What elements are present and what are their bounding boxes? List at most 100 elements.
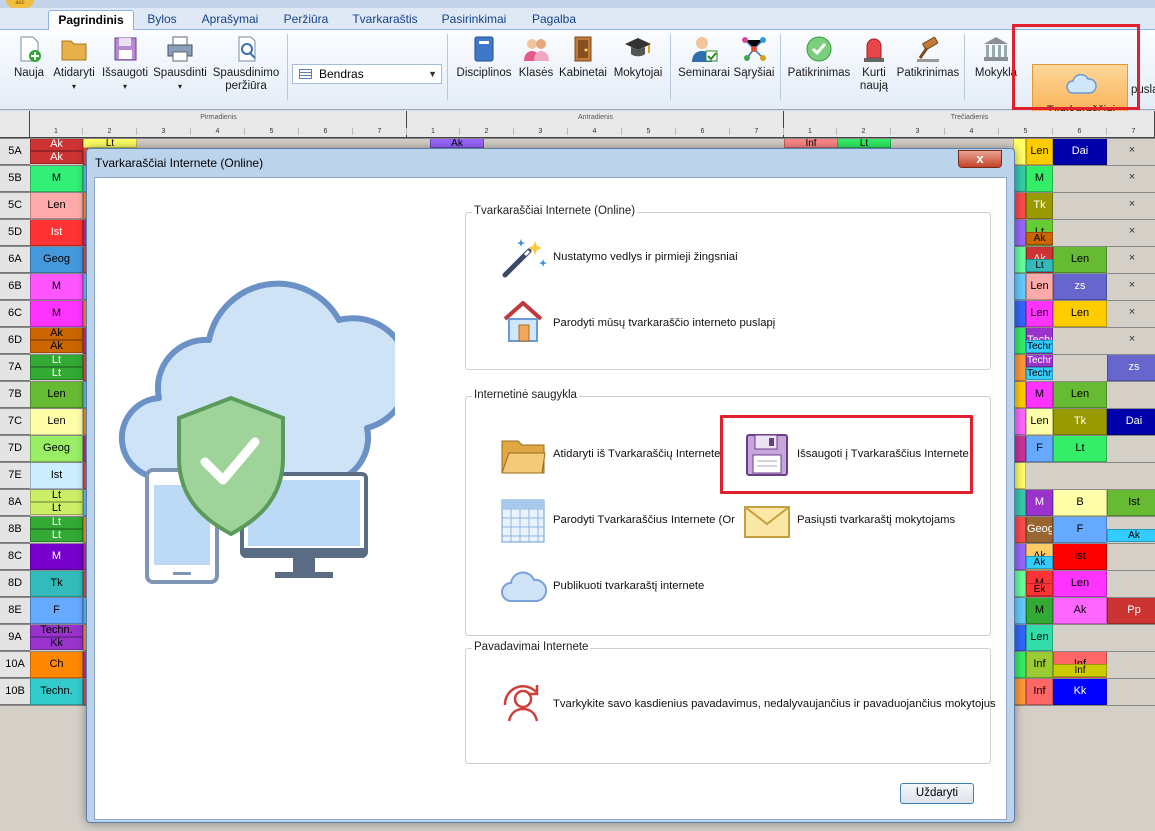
lesson-cell[interactable]: Lt (837, 138, 891, 148)
lesson-cell[interactable]: Len (1053, 381, 1107, 408)
lesson-cell[interactable]: Techn. (30, 678, 83, 705)
lesson-cell[interactable]: Ist (1053, 543, 1107, 570)
lesson-cell[interactable]: Lt (83, 138, 137, 148)
close-dialog-button[interactable]: Uždaryti (900, 783, 974, 804)
lesson-cell[interactable]: Tk (1026, 192, 1053, 219)
tab-aprasymai[interactable]: Aprašymai (198, 10, 262, 30)
open-button[interactable]: Atidaryti ▾ (50, 34, 98, 93)
lesson-cell[interactable]: Dai (1053, 138, 1107, 165)
lesson-cell[interactable]: M (1026, 165, 1053, 192)
tab-tvarkarastis[interactable]: Tvarkaraštis (350, 10, 420, 30)
lesson-cell[interactable]: Lt (30, 502, 83, 515)
lesson-cell[interactable]: Len (30, 192, 83, 219)
tab-perziura[interactable]: Peržiūra (278, 10, 334, 30)
lesson-cell[interactable]: Ak (1026, 232, 1053, 245)
print-preview-button[interactable]: Spausdinimo peržiūra (210, 34, 282, 93)
subjects-button[interactable]: Disciplinos (452, 34, 516, 80)
seminars-button[interactable]: Seminarai (676, 34, 732, 80)
lesson-cell[interactable]: F (1026, 435, 1053, 462)
teachers-button[interactable]: Mokytojai (610, 34, 666, 80)
lesson-cell[interactable]: Pp (1107, 597, 1155, 624)
lesson-cell[interactable]: zs (1107, 354, 1155, 381)
lesson-cell[interactable]: F (30, 597, 83, 624)
lesson-cell[interactable]: Ak (1026, 556, 1053, 569)
lesson-cell[interactable]: Kk (30, 637, 83, 650)
lesson-cell[interactable]: Len (30, 408, 83, 435)
lesson-cell[interactable]: Ch (30, 651, 83, 678)
check2-button[interactable]: Patikrinimas (896, 34, 960, 80)
lesson-cell[interactable]: B (1053, 489, 1107, 516)
app-icon[interactable]: asc (6, 0, 34, 8)
lesson-cell[interactable]: Len (1026, 300, 1053, 327)
lesson-cell[interactable]: Tk (30, 570, 83, 597)
dialog-close-x-button[interactable]: x (958, 150, 1002, 168)
lesson-cell[interactable]: Ist (30, 219, 83, 246)
classrooms-button[interactable]: Kabinetai (556, 34, 610, 80)
lesson-cell[interactable]: Techn. (1026, 354, 1053, 367)
classes-label: Klasės (518, 67, 554, 79)
lesson-cell[interactable]: Ak (1053, 597, 1107, 624)
lesson-cell[interactable]: Inf (1053, 664, 1107, 677)
lesson-cell[interactable]: M (1026, 489, 1053, 516)
lesson-cell[interactable]: Lt (1026, 259, 1053, 272)
lesson-cell[interactable]: M (30, 165, 83, 192)
lesson-cell[interactable]: M (1026, 597, 1053, 624)
save-button[interactable]: Išsaugoti ▾ (100, 34, 150, 93)
lesson-cell[interactable]: Lt (30, 367, 83, 380)
highlight-online-button (1012, 24, 1140, 110)
lesson-cell[interactable]: Lt (30, 529, 83, 542)
period-number: 5 (999, 128, 1053, 135)
lesson-cell[interactable]: Len (1053, 246, 1107, 273)
lesson-cell[interactable]: M (30, 543, 83, 570)
lesson-cell[interactable]: Techn. (1026, 367, 1053, 380)
lesson-cell[interactable]: Dai (1107, 408, 1155, 435)
lesson-cell[interactable]: M (30, 273, 83, 300)
create-new-button[interactable]: Kurti naują (852, 34, 896, 93)
door-icon (574, 36, 592, 62)
lesson-cell[interactable]: Ist (30, 462, 83, 489)
lesson-cell[interactable]: Len (1053, 300, 1107, 327)
check-button[interactable]: Patikrinimas (786, 34, 852, 80)
lesson-cell[interactable]: zs (1053, 273, 1107, 300)
lesson-cell[interactable]: Ist (1107, 489, 1155, 516)
view-combo[interactable]: Bendras ▼ (292, 64, 442, 84)
classes-button[interactable]: Klasės (516, 34, 556, 80)
lesson-cell[interactable]: Lt (30, 489, 83, 502)
lesson-cell[interactable]: Len (30, 381, 83, 408)
lesson-cell[interactable]: Len (1026, 273, 1053, 300)
lesson-cell[interactable]: Techn. (30, 624, 83, 637)
lesson-cell[interactable]: F (1053, 516, 1107, 543)
lesson-cell[interactable]: Len (1026, 408, 1053, 435)
new-button[interactable]: Nauja (10, 34, 48, 80)
lesson-cell[interactable]: Len (1026, 624, 1053, 651)
print-button[interactable]: Spausdinti ▾ (152, 34, 208, 93)
lesson-cell[interactable]: Inf (784, 138, 838, 148)
lesson-cell[interactable]: Kk (1053, 678, 1107, 705)
lesson-cell[interactable]: Ek (1026, 583, 1053, 596)
lesson-cell[interactable]: Ak (30, 340, 83, 353)
tab-pasirinkimai[interactable]: Pasirinkimai (436, 10, 512, 30)
lesson-cell[interactable]: Geog (30, 435, 83, 462)
lesson-cell[interactable]: Ak (30, 327, 83, 340)
lesson-cell[interactable]: Geog (1026, 516, 1053, 543)
lesson-cell[interactable]: Len (1026, 138, 1053, 165)
lesson-cell[interactable]: Tk (1053, 408, 1107, 435)
lesson-cell[interactable]: Ak (430, 138, 484, 148)
lesson-cell[interactable]: Lt (1053, 435, 1107, 462)
lesson-cell[interactable]: Len (1053, 570, 1107, 597)
tab-pagalba[interactable]: Pagalba (528, 10, 580, 30)
lesson-cell[interactable]: M (30, 300, 83, 327)
lesson-cell[interactable]: Techn. (1026, 340, 1053, 353)
lesson-cell[interactable]: Geog (30, 246, 83, 273)
tab-bylos[interactable]: Bylos (140, 10, 184, 30)
relations-button[interactable]: Sąryšiai (732, 34, 776, 80)
lesson-cell[interactable]: M (1026, 381, 1053, 408)
lesson-cell[interactable]: Lt (30, 354, 83, 367)
lesson-cell[interactable]: Lt (30, 516, 83, 529)
tab-pagrindinis[interactable]: Pagrindinis (48, 10, 134, 30)
lesson-cell[interactable]: Inf (1026, 678, 1053, 705)
lesson-cell[interactable]: Ak (30, 151, 83, 164)
lesson-cell[interactable]: Ak (30, 138, 83, 151)
lesson-cell[interactable]: Inf (1026, 651, 1053, 678)
lesson-cell[interactable]: Ak (1107, 529, 1155, 542)
